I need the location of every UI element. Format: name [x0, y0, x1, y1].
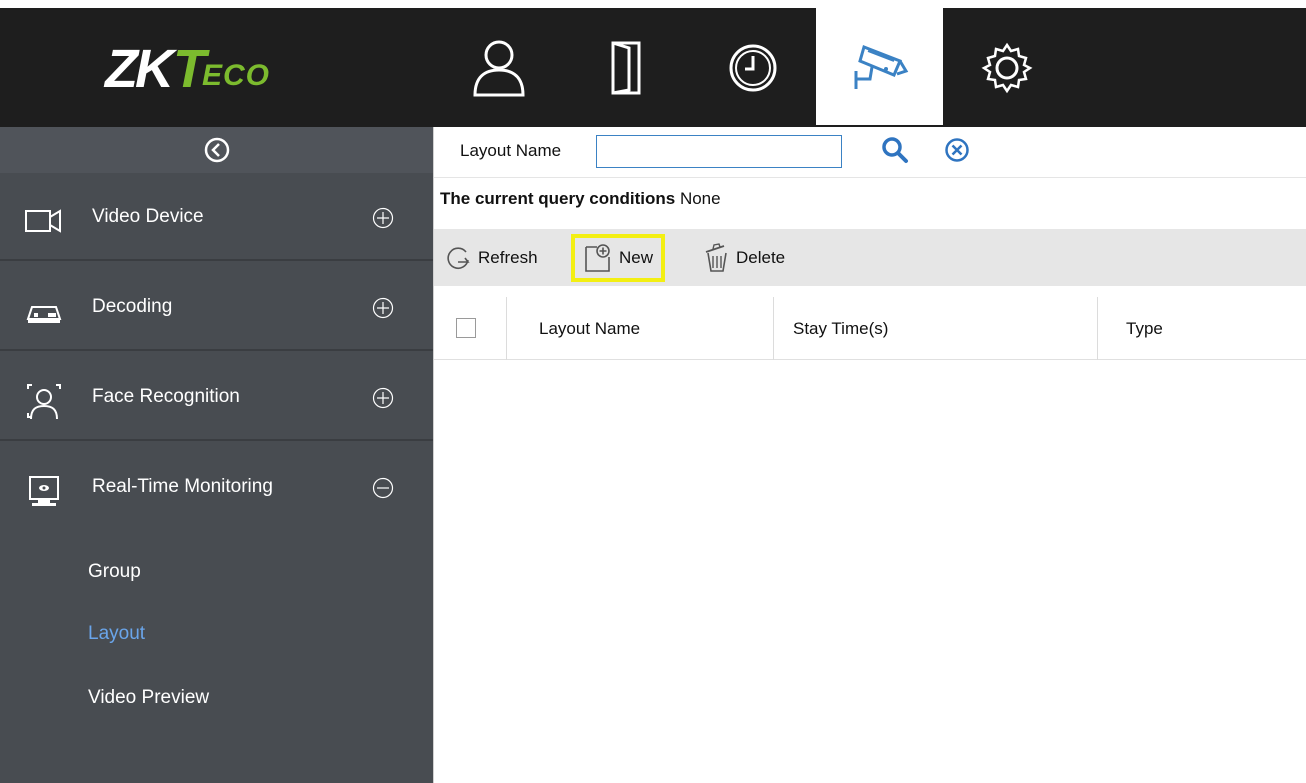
main-content: Layout Name The current query conditions…	[433, 127, 1306, 783]
top-bar: ZK T ECO	[0, 0, 1306, 127]
nav-system[interactable]	[943, 8, 1070, 127]
select-all-checkbox[interactable]	[456, 318, 476, 338]
sidebar-collapse-row	[0, 127, 433, 173]
expand-icon[interactable]	[372, 297, 394, 319]
column-header-layout-name[interactable]: Layout Name	[539, 297, 640, 360]
sidebar-item-decoding[interactable]: Decoding	[0, 263, 433, 351]
refresh-label: Refresh	[478, 247, 538, 267]
trash-icon	[705, 242, 727, 272]
decoder-icon	[26, 306, 62, 323]
door-icon	[611, 41, 640, 94]
sidebar: Video Device Decoding Face Recognition R…	[0, 127, 433, 783]
new-document-icon	[585, 244, 610, 272]
delete-label: Delete	[736, 247, 786, 267]
sidebar-item-label: Video Device	[92, 206, 204, 227]
logo-text-eco: ECO	[201, 59, 270, 92]
video-camera-icon	[25, 209, 61, 233]
search-bar: Layout Name	[434, 127, 1306, 178]
nav-video[interactable]	[816, 0, 943, 125]
sidebar-item-real-time-monitoring[interactable]: Real-Time Monitoring	[0, 443, 433, 531]
delete-button[interactable]: Delete	[702, 229, 785, 286]
search-label: Layout Name	[460, 141, 562, 160]
refresh-icon	[447, 246, 470, 269]
zkteco-logo: ZK T ECO	[105, 39, 270, 99]
face-scan-icon	[27, 384, 61, 420]
table-header: Layout Name Stay Time(s) Type	[434, 297, 1306, 360]
collapse-sidebar-icon[interactable]	[204, 137, 230, 163]
column-divider	[1097, 297, 1098, 360]
action-toolbar: Refresh New Delete	[434, 229, 1306, 286]
expand-icon[interactable]	[372, 387, 394, 409]
column-header-type[interactable]: Type	[1126, 297, 1163, 360]
query-conditions: The current query conditions None	[434, 189, 721, 209]
gear-icon	[981, 42, 1032, 93]
nav-personnel[interactable]	[435, 8, 562, 127]
module-nav	[435, 0, 1070, 127]
nav-attendance[interactable]	[689, 8, 816, 127]
sidebar-item-video-device[interactable]: Video Device	[0, 173, 433, 261]
sidebar-subitem-video-preview[interactable]: Video Preview	[88, 687, 209, 709]
sidebar-subitem-group[interactable]: Group	[88, 561, 141, 583]
expand-icon[interactable]	[372, 207, 394, 229]
refresh-button[interactable]: Refresh	[444, 229, 538, 286]
column-divider	[773, 297, 774, 360]
sidebar-subitem-layout[interactable]: Layout	[88, 623, 145, 645]
new-label: New	[619, 248, 654, 267]
query-conditions-label: The current query conditions	[440, 189, 676, 208]
query-conditions-value: None	[679, 189, 721, 208]
camera-icon	[854, 44, 908, 89]
collapse-icon[interactable]	[372, 477, 394, 499]
sidebar-item-label: Real-Time Monitoring	[92, 476, 273, 497]
monitor-icon	[29, 476, 59, 506]
sidebar-item-face-recognition[interactable]: Face Recognition	[0, 353, 433, 441]
sidebar-item-label: Decoding	[92, 296, 173, 317]
column-divider	[506, 297, 507, 360]
sidebar-item-label: Face Recognition	[92, 386, 240, 407]
logo-text-zk: ZK	[105, 39, 174, 99]
nav-access[interactable]	[562, 8, 689, 127]
new-button[interactable]: New	[571, 234, 666, 282]
person-icon	[472, 40, 525, 96]
clock-icon	[729, 44, 776, 91]
layout-name-input[interactable]	[596, 135, 842, 168]
app-window: ZK T ECO Video Device Decoding Face Reco…	[0, 0, 1306, 783]
column-header-stay-time[interactable]: Stay Time(s)	[793, 297, 888, 360]
clear-search-icon[interactable]	[944, 137, 970, 163]
search-icon[interactable]	[880, 135, 910, 165]
